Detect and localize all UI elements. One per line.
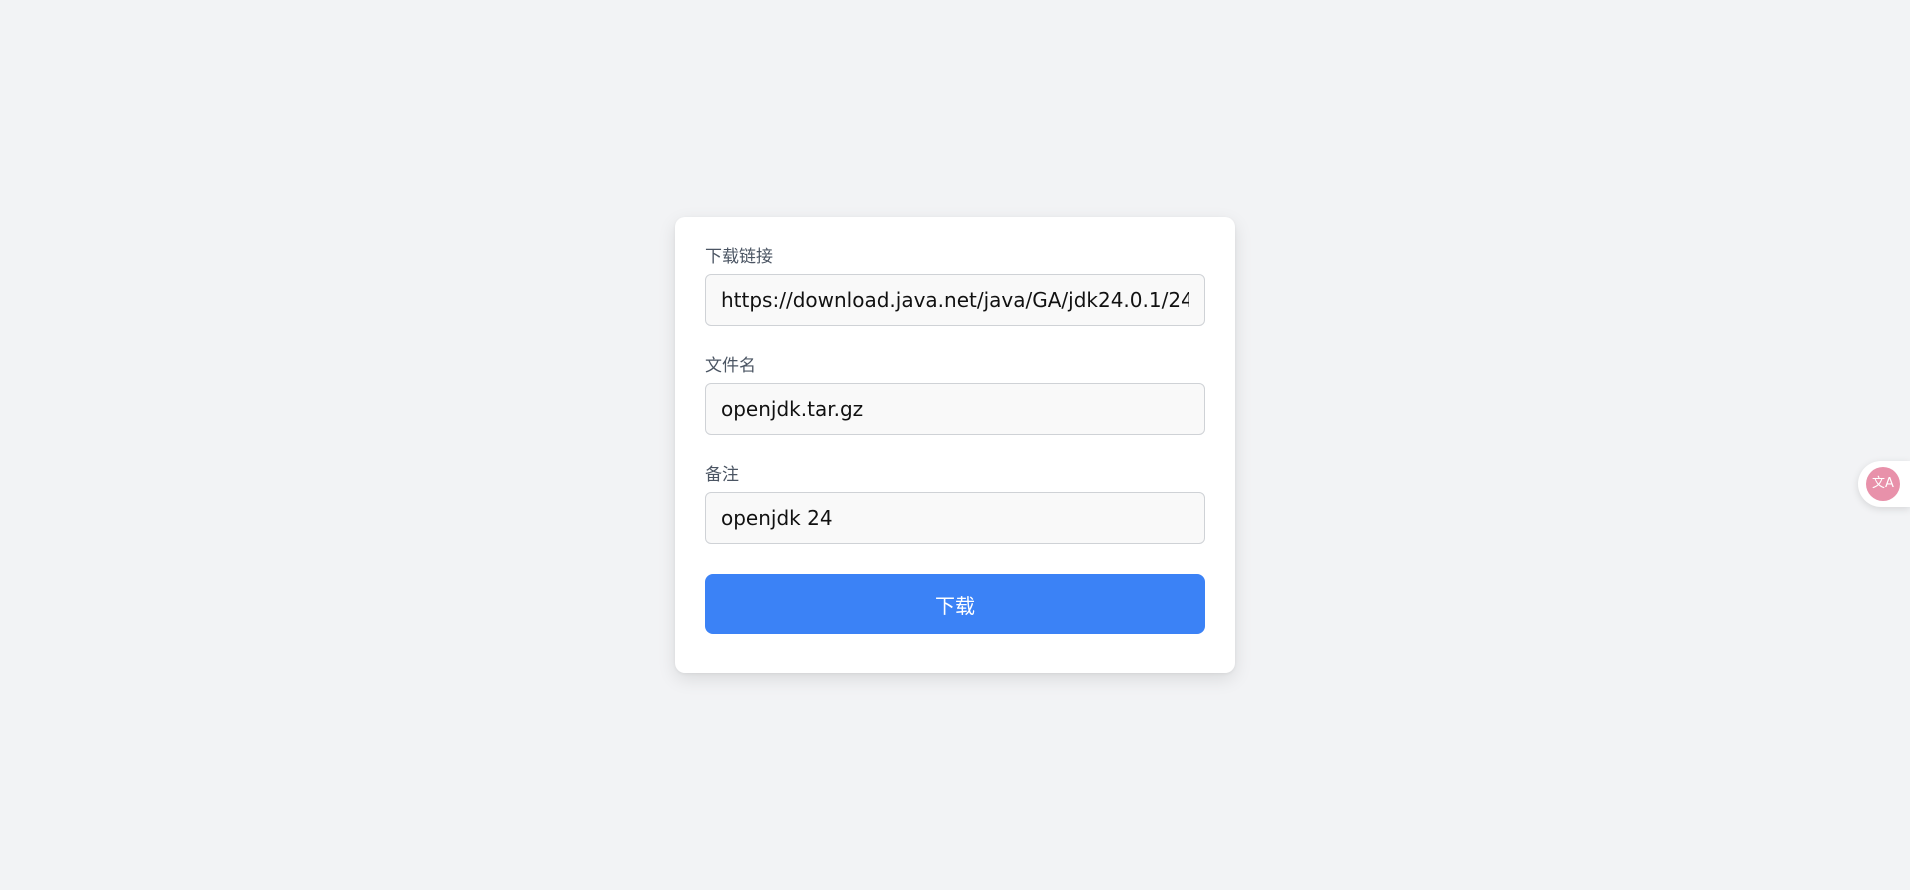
url-field-group: 下载链接 [705,247,1205,326]
download-form-card: 下载链接 文件名 备注 下载 [675,217,1235,673]
page: 下载链接 文件名 备注 下载 文A [0,0,1910,890]
download-button[interactable]: 下载 [705,574,1205,634]
note-label: 备注 [705,465,739,485]
note-input[interactable] [705,492,1205,544]
translate-widget[interactable]: 文A [1858,461,1910,507]
filename-field-group: 文件名 [705,356,1205,435]
translate-icon[interactable]: 文A [1866,467,1900,501]
note-field-group: 备注 [705,465,1205,544]
url-label: 下载链接 [705,247,773,267]
filename-label: 文件名 [705,356,756,376]
url-input[interactable] [705,274,1205,326]
filename-input[interactable] [705,383,1205,435]
